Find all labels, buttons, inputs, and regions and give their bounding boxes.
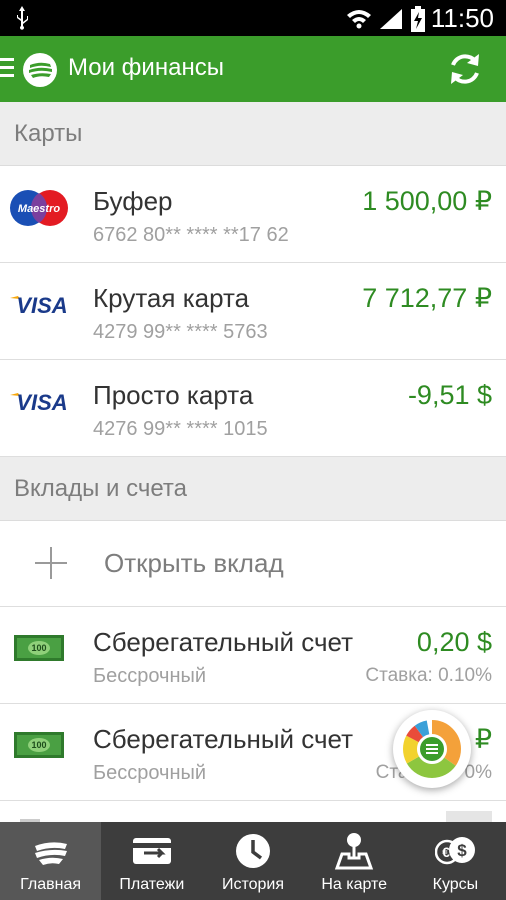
svg-text:Maestro: Maestro: [18, 203, 60, 215]
partial-badge: [446, 811, 492, 822]
donut-chart-icon: [403, 720, 461, 778]
card-row[interactable]: VISA Просто карта 4276 99** **** 1015 -9…: [0, 360, 506, 457]
payments-icon: [132, 838, 171, 864]
card-balance: -9,51 $: [407, 380, 492, 410]
app-bar: Мои финансы: [0, 36, 506, 102]
section-header-deposits: Вклады и счета: [0, 457, 506, 521]
nav-history[interactable]: История: [202, 822, 303, 900]
open-deposit-button[interactable]: Открыть вклад: [0, 521, 506, 607]
battery-icon: [411, 6, 425, 32]
signal-icon: [380, 9, 402, 29]
nav-payments[interactable]: Платежи: [101, 822, 202, 900]
svg-text:€: €: [443, 844, 451, 860]
nav-label: Курсы: [432, 876, 479, 893]
nav-label: На карте: [321, 876, 388, 893]
map-pin-icon: [335, 833, 374, 870]
usb-icon: [17, 6, 28, 30]
maestro-logo-icon: Maestro: [10, 190, 68, 226]
wifi-icon: [347, 10, 371, 29]
account-balance: 0,20 $: [416, 627, 492, 657]
svg-text:100: 100: [31, 643, 46, 653]
svg-text:100: 100: [31, 740, 46, 750]
account-term: Бессрочный: [93, 762, 207, 784]
page-title: Мои финансы: [68, 54, 224, 81]
banknote-icon: 100: [14, 635, 64, 661]
account-rate: Ставка: 0.10%: [365, 665, 492, 686]
status-bar: 11:50: [0, 0, 506, 36]
banknote-icon: 100: [14, 732, 64, 758]
card-name: Буфер: [93, 186, 173, 216]
sberbank-logo-icon: [34, 842, 67, 865]
card-number: 6762 80** **** **17 62: [93, 224, 289, 246]
open-deposit-label: Открыть вклад: [104, 548, 284, 578]
card-number: 4279 99** **** 5763: [93, 321, 268, 343]
svg-text:$: $: [458, 841, 468, 860]
plus-icon: [35, 547, 67, 579]
nav-rates[interactable]: € $ Курсы: [405, 822, 506, 900]
clock-icon: [236, 834, 270, 868]
account-rate-end: 0%: [464, 762, 492, 783]
svg-text:VISA: VISA: [16, 390, 67, 415]
nav-home[interactable]: Главная: [0, 822, 102, 900]
sberbank-logo-icon[interactable]: [22, 52, 58, 88]
account-balance: ₽: [474, 724, 492, 754]
visa-logo-icon: VISA: [10, 293, 68, 318]
list-item[interactable]: [0, 801, 506, 822]
expenses-chart-button[interactable]: [393, 710, 471, 788]
card-row[interactable]: Maestro Буфер 6762 80** **** **17 62 1 5…: [0, 166, 506, 263]
card-balance: 1 500,00 ₽: [362, 186, 492, 216]
bottom-navigation: Главная Платежи История На карте € $ Кур…: [0, 822, 506, 900]
card-name: Просто карта: [93, 380, 254, 410]
status-icons: [346, 6, 426, 32]
refresh-icon[interactable]: [446, 50, 484, 88]
menu-icon[interactable]: [0, 58, 14, 80]
account-term: Бессрочный: [93, 665, 207, 687]
nav-label: История: [221, 876, 285, 893]
card-number: 4276 99** **** 1015: [93, 418, 268, 440]
visa-logo-icon: VISA: [10, 390, 68, 415]
card-row[interactable]: VISA Крутая карта 4279 99** **** 5763 7 …: [0, 263, 506, 360]
account-name: Сберегательный счет: [93, 724, 354, 754]
svg-text:VISA: VISA: [16, 293, 67, 318]
currency-icon: € $: [435, 837, 476, 865]
status-time: 11:50: [430, 3, 494, 33]
section-header-cards: Карты: [0, 102, 506, 166]
nav-map[interactable]: На карте: [304, 822, 405, 900]
nav-label: Главная: [20, 876, 82, 893]
account-name: Сберегательный счет: [93, 627, 354, 657]
nav-label: Платежи: [119, 876, 185, 893]
account-row[interactable]: 100 Сберегательный счет Бессрочный 0,20 …: [0, 607, 506, 704]
card-balance: 7 712,77 ₽: [362, 283, 492, 313]
card-name: Крутая карта: [93, 283, 250, 313]
